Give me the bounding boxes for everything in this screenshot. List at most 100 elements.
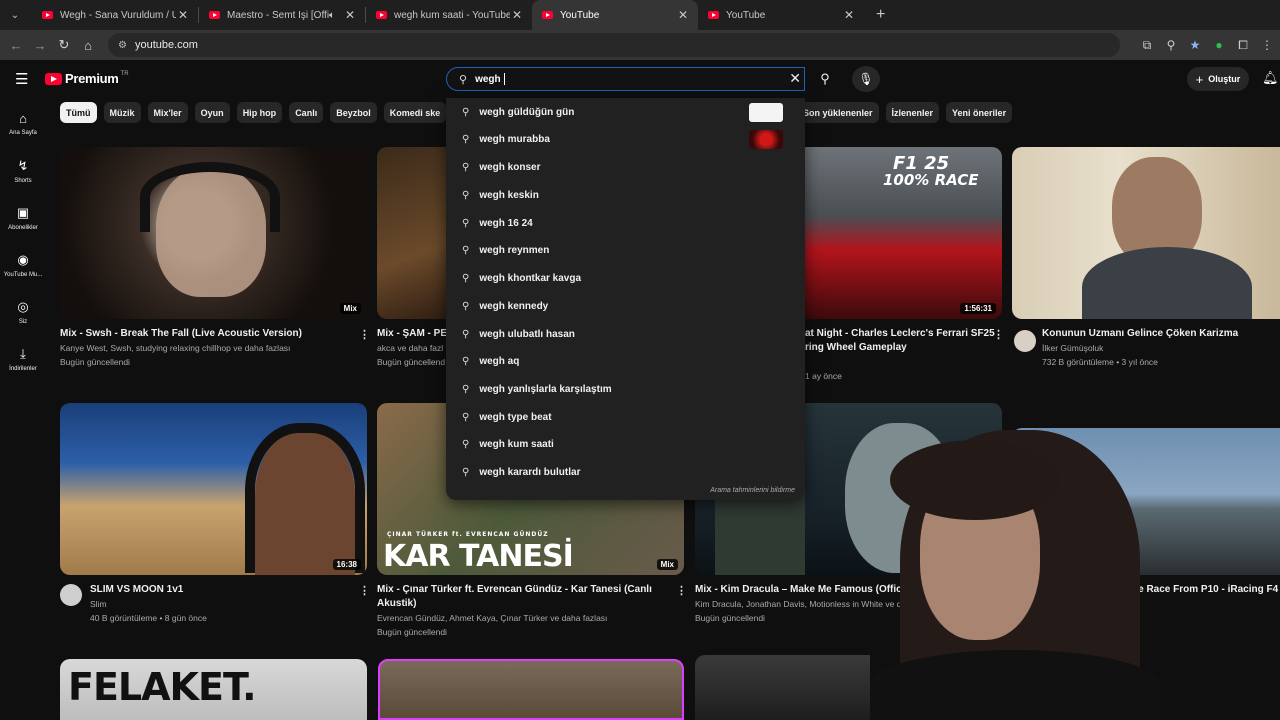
create-button[interactable]: + Oluştur: [1187, 67, 1249, 91]
sidebar-item-home[interactable]: ⌂ Ana Sayfa: [0, 100, 46, 147]
reload-icon[interactable]: ↻: [52, 37, 76, 53]
video-title[interactable]: SLIM VS MOON 1v1: [90, 583, 183, 596]
browser-tab-3[interactable]: wegh kum saati - YouTube ✕: [366, 0, 532, 30]
back-icon[interactable]: ←: [4, 38, 28, 53]
video-title[interactable]: Mix - Swsh - Break The Fall (Live Acoust…: [60, 327, 350, 340]
tab-title: YouTube: [726, 9, 766, 21]
chip-baseball[interactable]: Beyzbol: [330, 102, 377, 123]
youtube-premium-logo[interactable]: Premium TR: [45, 71, 129, 86]
sidebar-item-downloads[interactable]: ⤓ İndirilenler: [0, 335, 46, 382]
browser-tab-2[interactable]: Maestro - Semt İşi [Official 🔈︎ ✕: [199, 0, 365, 30]
suggestion-item[interactable]: ⚲ wegh kennedy: [446, 293, 805, 320]
video-thumbnail[interactable]: [378, 659, 684, 720]
chip-all[interactable]: Tümü: [60, 102, 97, 123]
suggestion-item[interactable]: ⚲ wegh type beat: [446, 404, 805, 431]
video-title[interactable]: Mix - ŞAM - PE: [377, 327, 447, 340]
chip-live[interactable]: Canlı: [289, 102, 324, 123]
video-thumbnail[interactable]: Mix: [60, 147, 367, 319]
suggestion-item[interactable]: ⚲ wegh keskin: [446, 182, 805, 209]
speaker-icon[interactable]: 🔈︎: [329, 10, 335, 21]
chip-recently-uploaded[interactable]: Son yüklenenler: [797, 102, 879, 123]
tab-search-chevron-icon[interactable]: ⌄: [4, 4, 26, 26]
tab-close-icon[interactable]: ✕: [176, 8, 190, 22]
more-options-icon[interactable]: ⋮: [993, 328, 1004, 341]
home-icon[interactable]: ⌂: [76, 38, 100, 53]
chip-comedy[interactable]: Komedi ske: [383, 102, 447, 123]
bookmark-star-icon[interactable]: ★: [1188, 38, 1202, 52]
more-options-icon[interactable]: ⋮: [359, 328, 370, 341]
browser-tab-5[interactable]: YouTube ✕: [698, 0, 864, 30]
suggestion-item[interactable]: ⚲ wegh güldüğün gün: [446, 99, 805, 126]
suggestion-item[interactable]: ⚲ wegh aq: [446, 348, 805, 375]
extension-icon[interactable]: ●: [1212, 38, 1226, 52]
tab-title: wegh kum saati - YouTube: [394, 9, 510, 21]
browser-tab-4[interactable]: YouTube ✕: [532, 0, 698, 30]
suggestion-item[interactable]: ⚲ wegh 16 24: [446, 210, 805, 237]
profile-menu-icon[interactable]: ⋮: [1260, 38, 1274, 52]
chip-new-to-you[interactable]: Yeni öneriler: [946, 102, 1013, 123]
video-meta: 732 B görüntüleme • 3 yıl önce: [1042, 357, 1158, 367]
chip-hip-hop[interactable]: Hip hop: [236, 102, 283, 123]
suggestion-item[interactable]: ⚲ wegh reynmen: [446, 237, 805, 264]
video-thumbnail[interactable]: [695, 655, 870, 720]
video-thumbnail[interactable]: F1 25 100% RACE 1:56:31: [805, 147, 1002, 319]
install-app-icon[interactable]: ⧉: [1140, 38, 1154, 53]
chip-music[interactable]: Müzik: [103, 102, 141, 123]
notifications-bell-icon[interactable]: 🔔︎: [1262, 70, 1279, 86]
video-title[interactable]: at Night - Charles Leclerc's Ferrari SF2…: [805, 327, 995, 340]
extensions-puzzle-icon[interactable]: ⧠: [1236, 38, 1250, 53]
suggestion-item[interactable]: ⚲ wegh kum saati: [446, 431, 805, 458]
video-channel[interactable]: Slim: [90, 597, 107, 611]
new-tab-icon[interactable]: +: [876, 6, 885, 24]
video-channel[interactable]: akca ve daha fazl: [377, 341, 443, 355]
chip-watched[interactable]: İzlenenler: [885, 102, 940, 123]
forward-icon[interactable]: →: [28, 38, 52, 53]
tab-close-icon[interactable]: ✕: [343, 8, 357, 22]
video-thumbnail[interactable]: FELAKET.: [60, 659, 367, 720]
tab-close-icon[interactable]: ✕: [842, 8, 856, 22]
channel-avatar[interactable]: [60, 584, 82, 606]
search-button[interactable]: ⚲: [806, 67, 844, 91]
filter-chips-right: Son yüklenenler İzlenenler Yeni öneriler: [797, 102, 1013, 123]
report-predictions-link[interactable]: Arama tahminlerini bildirme: [710, 487, 795, 494]
video-meta: Bugün güncellendi: [695, 613, 765, 623]
sidebar-item-subscriptions[interactable]: ▣ Abonelikler: [0, 194, 46, 241]
sidebar-item-shorts[interactable]: ↯ Shorts: [0, 147, 46, 194]
video-channel[interactable]: İlker Gümüşoluk: [1042, 341, 1103, 355]
chip-gaming[interactable]: Oyun: [194, 102, 230, 123]
tab-close-icon[interactable]: ✕: [510, 8, 524, 22]
chip-mixes[interactable]: Mix'ler: [147, 102, 188, 123]
tab-close-icon[interactable]: ✕: [676, 8, 690, 22]
suggestion-text: wegh kennedy: [479, 301, 549, 312]
sidebar-item-you[interactable]: ◎ Siz: [0, 288, 46, 335]
more-options-icon[interactable]: ⋮: [359, 584, 370, 597]
more-options-icon[interactable]: ⋮: [676, 584, 687, 597]
menu-hamburger-icon[interactable]: ☰: [15, 70, 28, 88]
channel-avatar[interactable]: [1014, 330, 1036, 352]
logo-text: Premium: [65, 71, 119, 86]
browser-tab-1[interactable]: Wegh - Sana Vuruldum / Uluba ✕: [32, 0, 198, 30]
video-channel[interactable]: Kanye West, Swsh, studying relaxing chil…: [60, 341, 290, 355]
suggestion-item[interactable]: ⚲ wegh ulubatlı hasan: [446, 321, 805, 348]
zoom-icon[interactable]: ⚲: [1164, 38, 1178, 52]
video-title[interactable]: Konunun Uzmanı Gelince Çöken Karizma: [1042, 327, 1238, 340]
video-channel[interactable]: Evrencan Gündüz, Ahmet Kaya, Çınar Türke…: [377, 611, 607, 625]
sidebar-item-youtube-music[interactable]: ◉ YouTube Mu...: [0, 241, 46, 288]
suggestion-text: wegh murabba: [479, 134, 550, 145]
clear-search-icon[interactable]: ✕: [789, 70, 801, 87]
tab-title: YouTube: [560, 9, 600, 21]
suggestion-item[interactable]: ⚲ wegh khontkar kavga: [446, 265, 805, 292]
site-info-icon[interactable]: ⚙︎: [118, 40, 127, 51]
voice-search-mic-icon[interactable]: 🎙︎: [852, 66, 880, 92]
search-input[interactable]: ⚲ wegh ✕: [446, 67, 805, 91]
video-thumbnail[interactable]: 16:38: [60, 403, 367, 575]
video-title-line2[interactable]: Akustik): [377, 597, 416, 610]
video-title-line2[interactable]: ring Wheel Gameplay: [805, 341, 907, 354]
video-thumbnail[interactable]: [1012, 147, 1280, 319]
suggestion-item[interactable]: ⚲ wegh yanlışlarla karşılaştım: [446, 376, 805, 403]
video-title[interactable]: Mix - Çınar Türker ft. Evrencan Gündüz -…: [377, 583, 652, 596]
address-bar[interactable]: ⚙︎ youtube.com: [108, 33, 1120, 57]
suggestion-item[interactable]: ⚲ wegh karardı bulutlar: [446, 459, 805, 486]
suggestion-item[interactable]: ⚲ wegh murabba: [446, 126, 805, 153]
suggestion-item[interactable]: ⚲ wegh konser: [446, 154, 805, 181]
